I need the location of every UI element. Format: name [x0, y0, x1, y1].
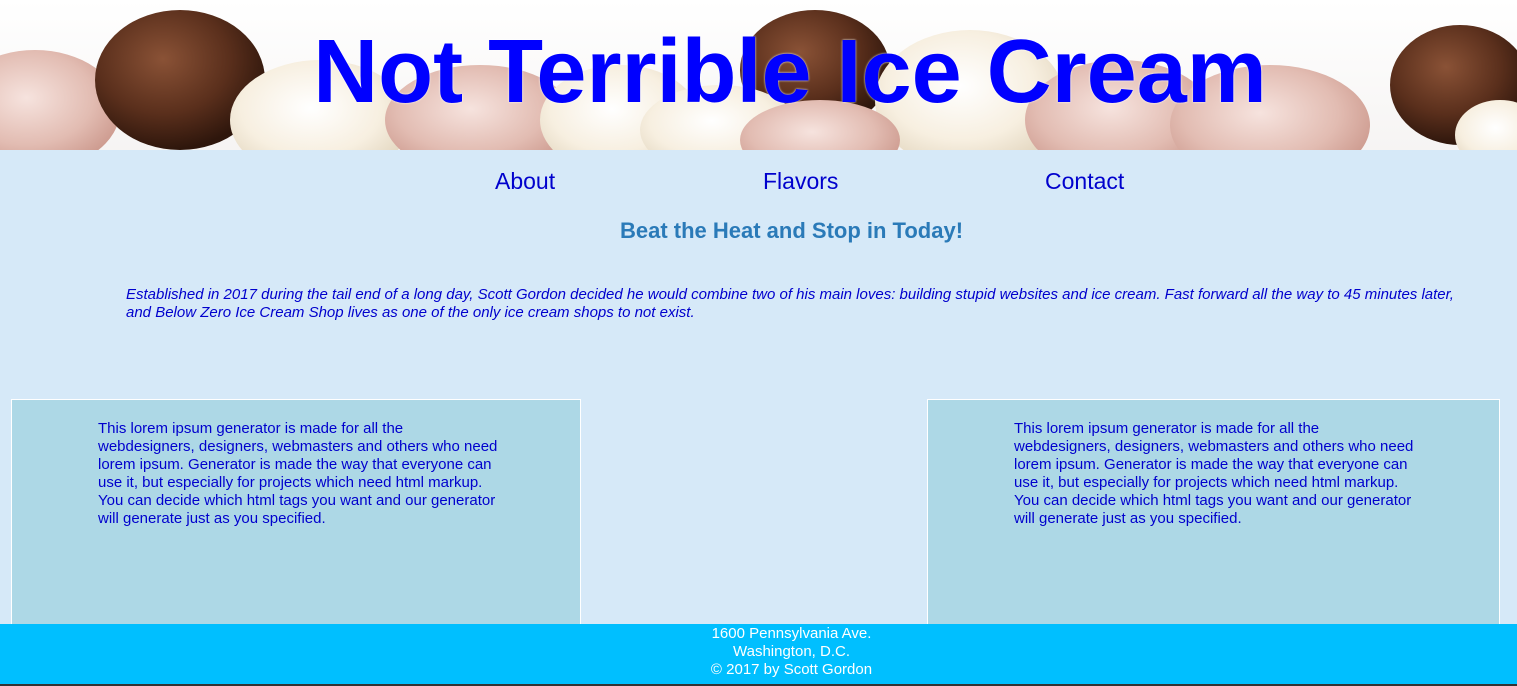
footer-address: 1600 Pennsylvania Ave. — [711, 625, 872, 642]
info-card-left: This lorem ipsum generator is made for a… — [11, 399, 581, 639]
footer-copyright: © 2017 by Scott Gordon — [710, 661, 873, 678]
info-card-right: This lorem ipsum generator is made for a… — [927, 399, 1500, 639]
card-text: This lorem ipsum generator is made for a… — [98, 420, 498, 527]
header-banner: Not Terrible Ice Cream — [0, 0, 1517, 150]
site-footer: 1600 Pennsylvania Ave. Washington, D.C. … — [0, 624, 1517, 686]
intro-paragraph: Established in 2017 during the tail end … — [126, 286, 1454, 321]
tagline-heading: Beat the Heat and Stop in Today! — [619, 218, 964, 243]
page: Not Terrible Ice Cream About Flavors Con… — [0, 0, 1517, 686]
card-text: This lorem ipsum generator is made for a… — [1014, 420, 1414, 527]
nav-link-contact[interactable]: Contact — [1045, 168, 1124, 195]
site-title: Not Terrible Ice Cream — [313, 22, 1267, 122]
nav-link-flavors[interactable]: Flavors — [763, 168, 838, 195]
main-nav: About Flavors Contact — [0, 168, 1517, 202]
nav-link-about[interactable]: About — [495, 168, 555, 195]
footer-city: Washington, D.C. — [733, 643, 850, 660]
